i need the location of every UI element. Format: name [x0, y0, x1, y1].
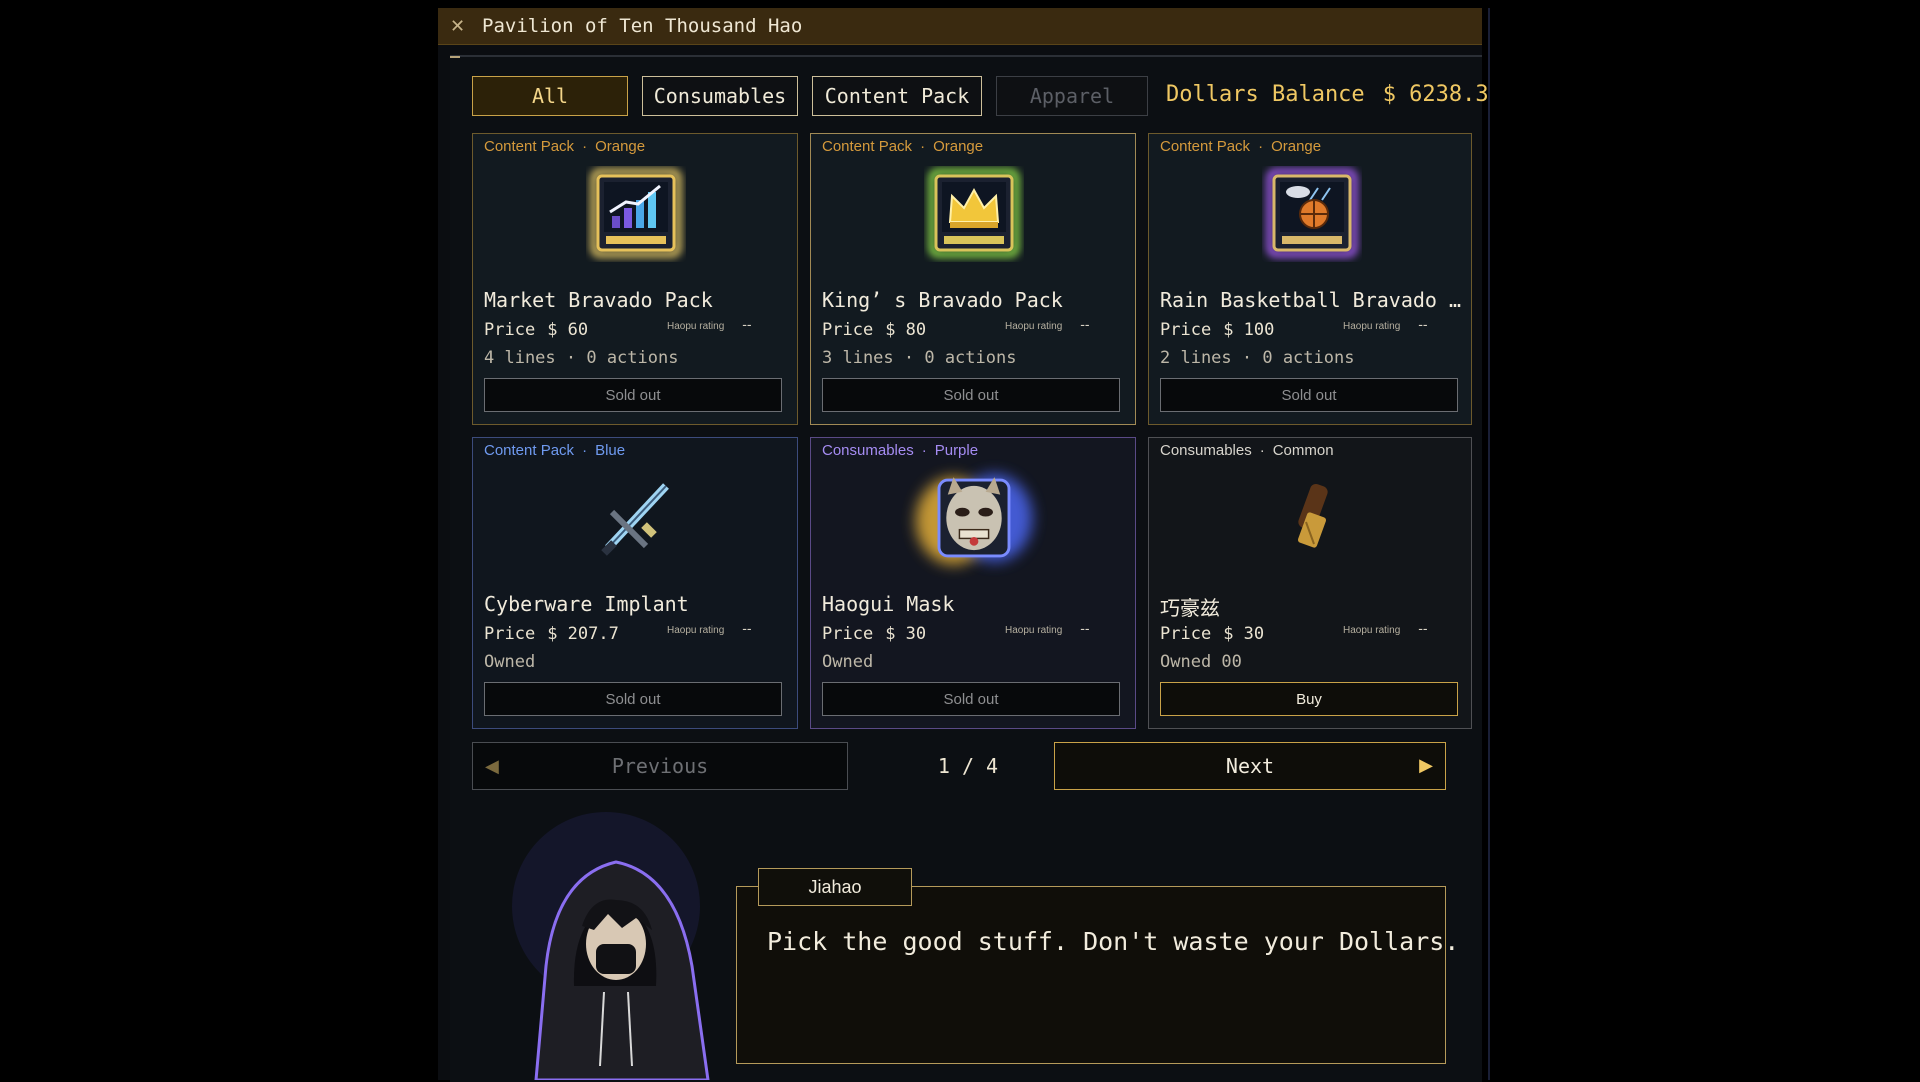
shop-item-card[interactable]: Consumables · Purple Haogui Mask Price $ 30… [810, 437, 1136, 729]
shop-item-card[interactable]: Content Pack · Blue Cyberware Implant Pric… [472, 437, 798, 729]
shop-item-card[interactable]: Content Pack · Orange Market Bravado Pack … [472, 133, 798, 425]
item-meta: Owned 00 [1160, 652, 1242, 672]
item-rating: Haopu rating -- [1005, 316, 1090, 332]
tab-content-pack[interactable]: Content Pack [812, 76, 982, 116]
category-tabs: All Consumables Content Pack Apparel [472, 76, 1148, 118]
next-label: Next [1225, 754, 1275, 778]
sold-out-button: Sold out [484, 378, 782, 412]
panel-edge [1488, 8, 1490, 1080]
item-price: Price $ 80 [822, 320, 927, 340]
balance-amount: $ 6238.3 [1382, 82, 1489, 107]
item-meta: 3 lines · 0 actions [822, 348, 1017, 368]
crown-card-icon [928, 168, 1020, 258]
item-category: Content Pack · Orange [822, 138, 984, 155]
sold-out-button: Sold out [1160, 378, 1458, 412]
buy-button[interactable]: Buy [1160, 682, 1458, 716]
basketball-rain-card-icon [1266, 168, 1358, 258]
item-category: Content Pack · Orange [1160, 138, 1322, 155]
sold-out-button: Sold out [484, 682, 782, 716]
shop-item-card[interactable]: Content Pack · Orange Rain Basketball Brav… [1148, 133, 1472, 425]
page-indicator: 1 / 4 [937, 754, 999, 778]
item-category: Content Pack · Orange [484, 138, 646, 155]
sold-out-button: Sold out [822, 378, 1120, 412]
demon-mask-icon [915, 474, 1033, 565]
item-category: Content Pack · Blue [484, 442, 626, 459]
npc-portrait [512, 812, 710, 1080]
sold-out-button: Sold out [822, 682, 1120, 716]
arrow-right-icon: ▶ [1419, 755, 1433, 776]
item-meta: Owned [484, 652, 536, 672]
item-rating: Haopu rating -- [667, 620, 752, 636]
item-name: 巧豪兹 [1160, 596, 1220, 620]
item-category: Consumables · Common [1160, 442, 1334, 459]
item-name: King’ s Bravado Pack [822, 288, 1063, 312]
title-bar: ✕ Pavilion of Ten Thousand Hao [438, 8, 1482, 45]
cyber-blade-icon [601, 483, 669, 556]
window-title: Pavilion of Ten Thousand Hao [482, 15, 803, 37]
previous-label: Previous [611, 754, 709, 778]
item-meta: 4 lines · 0 actions [484, 348, 679, 368]
next-button[interactable]: Next ▶ [1054, 742, 1446, 790]
item-meta: Owned [822, 652, 874, 672]
item-price: Price $ 30 [822, 624, 927, 644]
arrow-left-icon: ◀ [485, 756, 499, 777]
tab-consumables[interactable]: Consumables [642, 76, 798, 116]
item-name: Haogui Mask [822, 592, 955, 616]
dialogue-box: Pick the good stuff. Don't waste your Do… [736, 886, 1459, 1064]
item-rating: Haopu rating -- [1005, 620, 1090, 636]
chocolate-bar-icon [1297, 483, 1328, 548]
shop-item-card[interactable]: Content Pack · Orange King’ s Bravado Pack… [810, 133, 1136, 425]
panel-marker [450, 56, 460, 58]
item-price: Price $ 100 [1160, 320, 1275, 340]
item-name: Rain Basketball Bravado P… [1160, 288, 1466, 312]
item-meta: 2 lines · 0 actions [1160, 348, 1355, 368]
rising-chart-card-icon [590, 168, 682, 258]
item-rating: Haopu rating -- [1343, 620, 1428, 636]
item-price: Price $ 60 [484, 320, 589, 340]
speaker-name: Jiahao [758, 868, 912, 906]
item-name: Cyberware Implant [484, 592, 689, 616]
tab-all[interactable]: All [472, 76, 628, 116]
item-price: Price $ 207.7 [484, 624, 619, 644]
previous-button[interactable]: ◀ Previous [472, 742, 848, 790]
item-price: Price $ 30 [1160, 624, 1265, 644]
item-rating: Haopu rating -- [667, 316, 752, 332]
dialogue-text: Pick the good stuff. Don't waste your Do… [767, 927, 1460, 956]
item-name: Market Bravado Pack [484, 288, 713, 312]
balance-display: Dollars Balance $ 6238.3 [1166, 82, 1489, 107]
shop-item-card[interactable]: Consumables · Common 巧豪兹 Price $ 30 Haopu r… [1148, 437, 1472, 729]
tab-apparel[interactable]: Apparel [996, 76, 1148, 116]
balance-label: Dollars Balance [1166, 82, 1365, 107]
item-rating: Haopu rating -- [1343, 316, 1428, 332]
close-icon[interactable]: ✕ [450, 16, 470, 37]
